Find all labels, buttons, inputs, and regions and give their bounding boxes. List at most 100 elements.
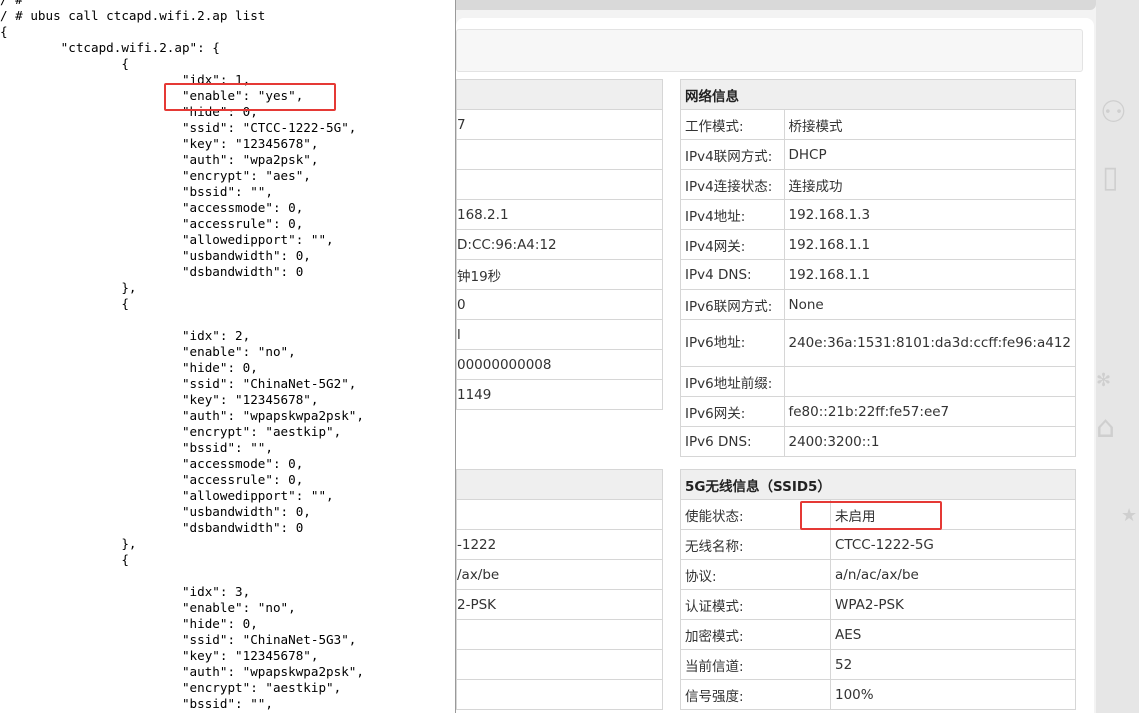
table-row: 00000000008: [456, 349, 663, 380]
terminal-line: "usbandwidth": 0,: [0, 504, 311, 519]
table-row: l: [456, 319, 663, 350]
table-row: 7: [456, 109, 663, 140]
row-label: 当前信道:: [680, 649, 831, 680]
table-row: IPv6地址前缀:: [680, 366, 1076, 397]
row-label: 无线名称:: [680, 529, 831, 560]
terminal-line: "encrypt": "aestkip",: [0, 680, 342, 695]
row-label: IPv4联网方式:: [680, 139, 785, 170]
row-value: CTCC-1222-5G: [830, 529, 1076, 560]
table-row: 0: [456, 289, 663, 320]
table-row: [456, 499, 663, 530]
row-value: 100%: [830, 679, 1076, 710]
partial-cell-value: 00000000008: [456, 349, 663, 380]
terminal-line: "bssid": "",: [0, 696, 273, 711]
row-label: 协议:: [680, 559, 831, 590]
row-value: DHCP: [783, 139, 1076, 170]
table-row: [456, 679, 663, 710]
row-value: a/n/ac/ax/be: [830, 559, 1076, 590]
terminal-line: "key": "12345678",: [0, 648, 319, 663]
row-label: IPv6地址:: [680, 319, 785, 367]
enable-yes-highlight: [164, 83, 336, 111]
row-label: IPv4地址:: [680, 199, 785, 230]
terminal-line: "allowedipport": "",: [0, 488, 334, 503]
terminal-line: {: [0, 56, 129, 71]
terminal-line: "encrypt": "aestkip",: [0, 424, 342, 439]
terminal-line: "allowedipport": "",: [0, 232, 334, 247]
network-info-title: 网络信息: [680, 79, 1076, 110]
terminal-line: "idx": 3,: [0, 584, 251, 599]
row-label: IPv6地址前缀:: [680, 366, 785, 397]
row-label: 加密模式:: [680, 619, 831, 650]
enable-status-highlight: [800, 501, 942, 530]
row-label: IPv4连接状态:: [680, 169, 785, 200]
row-value: 192.168.1.1: [783, 259, 1076, 290]
terminal-line: "hide": 0,: [0, 616, 258, 631]
row-value: fe80::21b:22ff:fe57:ee7: [783, 396, 1076, 427]
terminal-line: "bssid": "",: [0, 184, 273, 199]
pavilion-icon: ⌂: [1096, 410, 1116, 445]
partial-cell-value: -1222: [456, 529, 663, 560]
partial-cell-value: [456, 649, 663, 680]
terminal-line: "accessrule": 0,: [0, 216, 304, 231]
terminal-line: "auth": "wpa2psk",: [0, 152, 319, 167]
partial-table-header: [456, 79, 663, 110]
table-row: IPv6地址: 240e:36a:1531:8101:da3d:ccff:fe96…: [680, 319, 1076, 367]
terminal-line: {: [0, 552, 129, 567]
partial-cell-value: 168.2.1: [456, 199, 663, 230]
table-row: IPv6网关: fe80::21b:22ff:fe57:ee7: [680, 396, 1076, 427]
table-row: 2-PSK: [456, 589, 663, 620]
table-row: 工作模式: 桥接模式: [680, 109, 1076, 140]
terminal-line: "accessmode": 0,: [0, 200, 304, 215]
terminal-line: "dsbandwidth": 0: [0, 520, 304, 535]
asterisk-icon: ✻: [1096, 370, 1112, 391]
terminal-line: "key": "12345678",: [0, 136, 319, 151]
terminal-line: "bssid": "",: [0, 440, 273, 455]
terminal-window[interactable]: / #/ # ubus call ctcapd.wifi.2.ap list{ …: [0, 0, 456, 713]
row-label: IPv6网关:: [680, 396, 785, 427]
table-row: /ax/be: [456, 559, 663, 590]
terminal-line: "dsbandwidth": 0: [0, 264, 304, 279]
partial-cell-value: [456, 499, 663, 530]
table-row: D:CC:96:A4:12: [456, 229, 663, 260]
decorative-side-panel: ⚇ ▯ ✻ ⌂ ★: [1096, 0, 1139, 713]
wifi-info-table-partial: -1222/ax/be 2-PSK: [456, 469, 663, 710]
terminal-line: },: [0, 536, 137, 551]
terminal-line: "key": "12345678",: [0, 392, 319, 407]
terminal-line: "ctcapd.wifi.2.ap": {: [0, 40, 220, 55]
row-value: [783, 366, 1076, 397]
row-value: AES: [830, 619, 1076, 650]
partial-cell-value: [456, 139, 663, 170]
table-row: [456, 139, 663, 170]
table-row: 1149: [456, 379, 663, 410]
page-header-box: [456, 29, 1083, 72]
row-value: 192.168.1.1: [783, 229, 1076, 260]
terminal-line: "accessrule": 0,: [0, 472, 304, 487]
row-value: 桥接模式: [783, 109, 1076, 140]
terminal-line: },: [0, 280, 137, 295]
table-row: IPv4 DNS: 192.168.1.1: [680, 259, 1076, 290]
row-label: 工作模式:: [680, 109, 785, 140]
table-row: 信号强度: 100%: [680, 679, 1076, 710]
partial-cell-value: D:CC:96:A4:12: [456, 229, 663, 260]
terminal-line: "accessmode": 0,: [0, 456, 304, 471]
table-row: [456, 649, 663, 680]
table-row: 钟19秒: [456, 259, 663, 290]
terminal-line: "enable": "no",: [0, 600, 296, 615]
table-row: 认证模式: WPA2-PSK: [680, 589, 1076, 620]
star-icon: ★: [1121, 505, 1138, 526]
top-bar: [456, 0, 1096, 10]
terminal-line: "auth": "wpapskwpa2psk",: [0, 408, 364, 423]
row-value: 240e:36a:1531:8101:da3d:ccff:fe96:a412: [783, 319, 1076, 367]
table-row: 无线名称: CTCC-1222-5G: [680, 529, 1076, 560]
partial-cell-value: 0: [456, 289, 663, 320]
terminal-line: "hide": 0,: [0, 360, 258, 375]
wifi5g-info-title: 5G无线信息（SSID5）: [680, 469, 1076, 500]
row-value: 192.168.1.3: [783, 199, 1076, 230]
table-row: [456, 169, 663, 200]
row-label: IPv4 DNS:: [680, 259, 785, 290]
building-icon: ▯: [1102, 160, 1119, 195]
partial-cell-value: 2-PSK: [456, 589, 663, 620]
router-web-page: ⚇ ▯ ✻ ⌂ ★ 7 168.2.1 D:CC:96:A4:12 钟19秒 0 l 000…: [456, 0, 1139, 713]
partial-table-header: [456, 469, 663, 500]
table-row: IPv4联网方式: DHCP: [680, 139, 1076, 170]
